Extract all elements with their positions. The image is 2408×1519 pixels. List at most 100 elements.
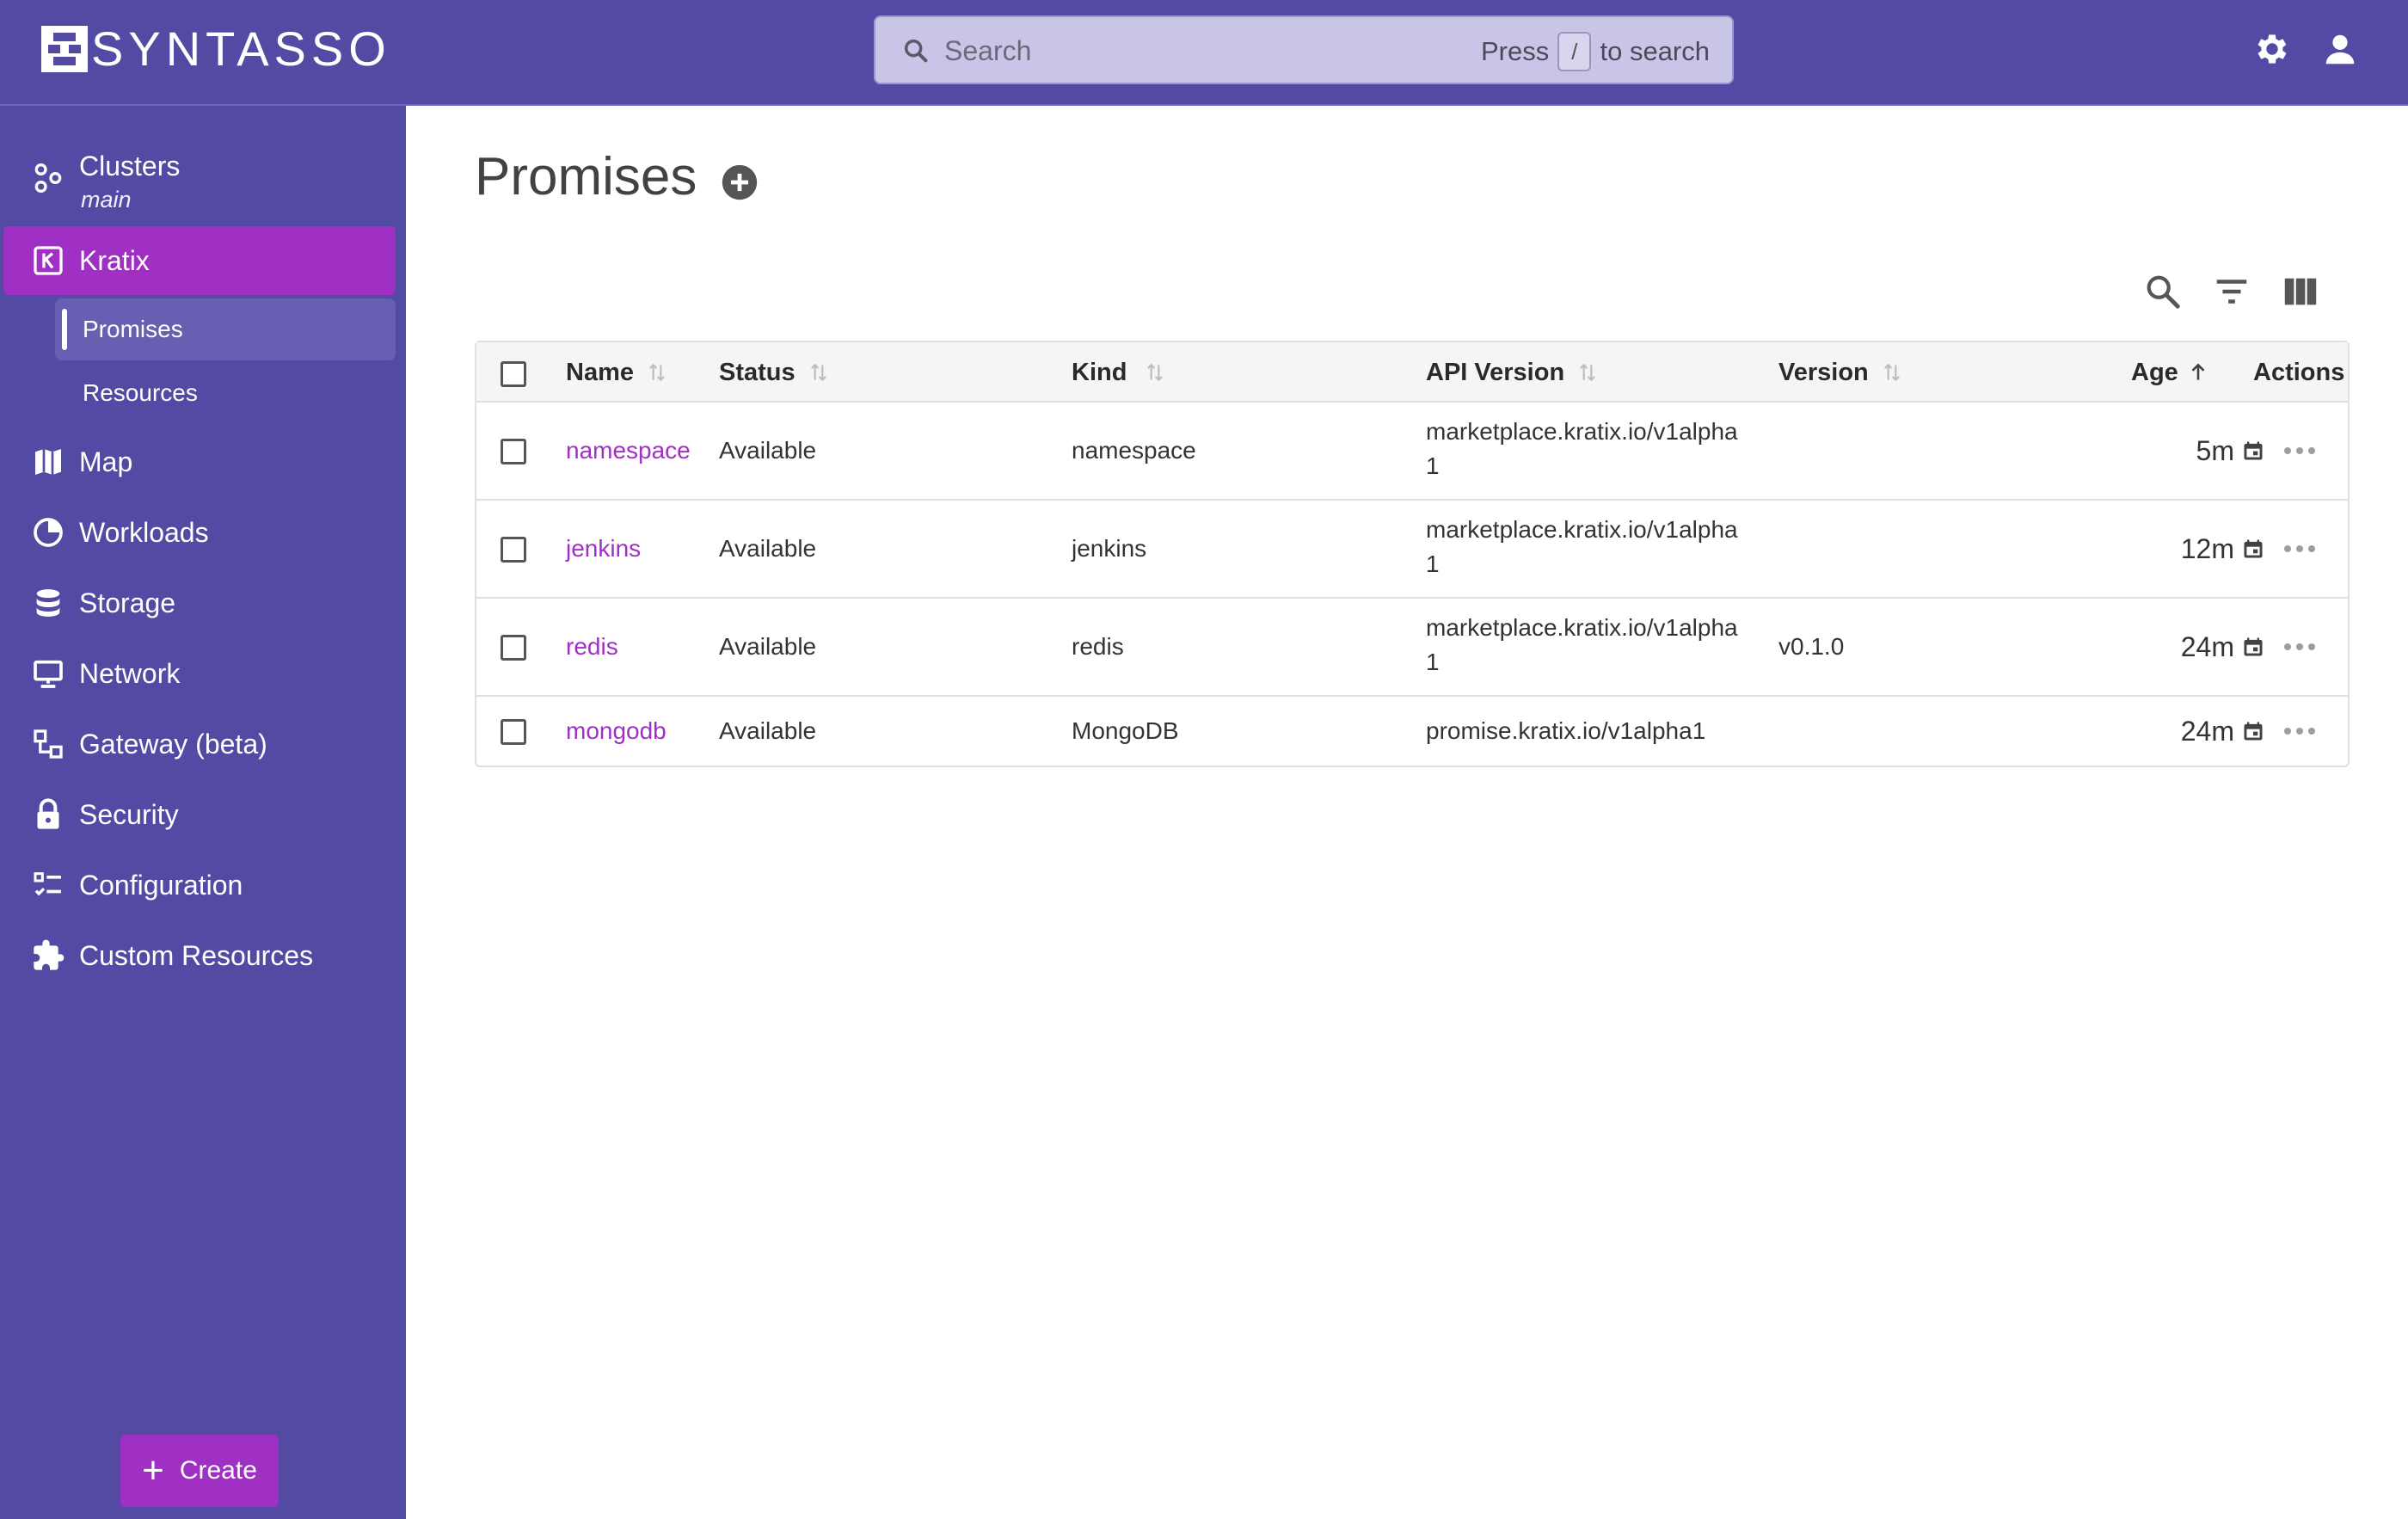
column-header-api-version[interactable]: API Version — [1426, 342, 1599, 403]
lock-icon — [37, 798, 59, 829]
brand-name: SYNTASSO — [91, 22, 391, 76]
filter-icon[interactable] — [2212, 272, 2251, 311]
column-header-version[interactable]: Version — [1778, 342, 1903, 403]
top-bar: SYNTASSO Press / to search — [0, 0, 2408, 106]
promise-kind: redis — [1072, 633, 1124, 660]
promise-status: Available — [719, 633, 817, 660]
clusters-icon — [34, 163, 62, 194]
sidebar-item-custom-resources[interactable]: Custom Resources — [0, 928, 406, 983]
column-header-age[interactable]: Age — [2131, 342, 2209, 403]
promise-api-version: promise.kratix.io/v1alpha1 — [1426, 717, 1706, 744]
kratix-icon — [34, 246, 63, 275]
promise-kind: namespace — [1072, 437, 1196, 464]
search-shortcut-hint: Press / to search — [1481, 31, 1710, 72]
sidebar-item-label: Gateway (beta) — [79, 728, 267, 760]
sort-icon — [810, 363, 826, 382]
table-row[interactable]: jenkins Available jenkins marketplace.kr… — [476, 501, 2348, 599]
sort-icon — [1147, 363, 1164, 382]
promise-name-link[interactable]: mongodb — [566, 697, 666, 766]
sort-ascending-icon — [2191, 363, 2205, 380]
syntasso-logo[interactable]: SYNTASSO — [41, 22, 391, 76]
calendar-icon — [2244, 441, 2263, 460]
table-row[interactable]: namespace Available namespace marketplac… — [476, 403, 2348, 501]
sidebar-item-clusters[interactable]: Clusters main — [0, 137, 406, 219]
sidebar-item-security[interactable]: Security — [0, 787, 406, 842]
table-search-icon[interactable] — [2143, 272, 2183, 311]
promise-age: 5m — [2067, 403, 2265, 499]
sort-icon — [649, 363, 665, 382]
calendar-icon — [2244, 539, 2263, 558]
promise-api-version: marketplace.kratix.io/v1alpha 1 — [1426, 418, 1738, 479]
sidebar-item-label: Clusters — [79, 151, 181, 181]
promise-name-link[interactable]: namespace — [566, 403, 691, 499]
row-checkbox[interactable] — [501, 537, 526, 563]
sidebar-item-label: Configuration — [79, 869, 243, 901]
promise-age: 24m — [2067, 697, 2265, 766]
column-label: Actions — [2253, 358, 2345, 386]
table-row[interactable]: redis Available redis marketplace.kratix… — [476, 599, 2348, 697]
sidebar-item-label: Map — [79, 446, 133, 477]
database-icon — [36, 589, 60, 617]
search-shortcut-key: / — [1557, 32, 1592, 71]
promise-kind: jenkins — [1072, 535, 1147, 562]
sidebar: Clusters main Kratix Promises Resources … — [0, 106, 406, 1519]
sidebar-item-label: Workloads — [79, 516, 209, 548]
sidebar-item-label: Resources — [83, 379, 198, 406]
sidebar-item-gateway[interactable]: Gateway (beta) — [0, 716, 406, 772]
column-header-kind[interactable]: Kind — [1072, 342, 1166, 403]
column-label: Kind — [1072, 358, 1127, 386]
column-label: Status — [719, 358, 796, 386]
sidebar-item-storage[interactable]: Storage — [0, 575, 406, 630]
sidebar-item-resources[interactable]: Resources — [55, 362, 396, 424]
row-actions-icon[interactable] — [2282, 726, 2317, 736]
sidebar-item-label: Network — [79, 657, 181, 689]
sidebar-item-label: Custom Resources — [79, 939, 314, 971]
search-hint-suffix: to search — [1600, 36, 1710, 66]
global-search[interactable]: Press / to search — [874, 15, 1734, 84]
promise-status: Available — [719, 717, 817, 744]
cluster-name: main — [81, 187, 132, 212]
user-icon[interactable] — [2320, 29, 2360, 69]
row-actions-icon[interactable] — [2282, 446, 2317, 456]
column-label: Name — [566, 358, 634, 386]
row-actions-icon[interactable] — [2282, 642, 2317, 652]
row-checkbox[interactable] — [501, 635, 526, 661]
table-row[interactable]: mongodb Available MongoDB promise.kratix… — [476, 697, 2348, 766]
create-button[interactable]: + Create — [120, 1435, 279, 1507]
search-input[interactable] — [944, 29, 1443, 72]
columns-icon[interactable] — [2281, 272, 2320, 311]
checklist-icon — [34, 872, 61, 896]
row-actions-icon[interactable] — [2282, 544, 2317, 554]
sidebar-item-map[interactable]: Map — [0, 434, 406, 489]
promises-table: Name Status Kind API Version Version Age… — [475, 341, 2350, 767]
row-checkbox[interactable] — [501, 439, 526, 464]
add-promise-icon[interactable] — [721, 163, 759, 201]
column-label: API Version — [1426, 358, 1565, 386]
sidebar-item-configuration[interactable]: Configuration — [0, 858, 406, 913]
table-header: Name Status Kind API Version Version Age… — [476, 342, 2348, 403]
row-checkbox[interactable] — [501, 719, 526, 745]
promise-name-link[interactable]: jenkins — [566, 501, 641, 597]
create-button-label: Create — [179, 1456, 257, 1485]
select-all-checkbox[interactable] — [501, 361, 526, 387]
promise-api-version: marketplace.kratix.io/v1alpha 1 — [1426, 516, 1738, 577]
column-header-status[interactable]: Status — [719, 342, 830, 403]
page-title: Promises — [475, 147, 697, 206]
column-header-name[interactable]: Name — [566, 342, 668, 403]
plus-icon: + — [142, 1449, 164, 1491]
promise-version: v0.1.0 — [1778, 633, 1845, 660]
map-icon — [35, 449, 61, 475]
gear-icon[interactable] — [2252, 29, 2292, 69]
promise-age: 24m — [2067, 599, 2265, 695]
sidebar-item-promises[interactable]: Promises — [55, 298, 396, 360]
sidebar-item-label: Security — [79, 798, 179, 830]
promise-name-link[interactable]: redis — [566, 599, 618, 695]
monitor-icon — [34, 660, 63, 688]
pie-chart-icon — [34, 518, 63, 547]
sidebar-item-label: Kratix — [79, 244, 150, 276]
sort-icon — [1883, 363, 1900, 382]
search-icon — [904, 39, 928, 63]
sidebar-item-network[interactable]: Network — [0, 646, 406, 701]
sidebar-item-kratix[interactable]: Kratix — [3, 226, 396, 295]
sidebar-item-workloads[interactable]: Workloads — [0, 505, 406, 560]
